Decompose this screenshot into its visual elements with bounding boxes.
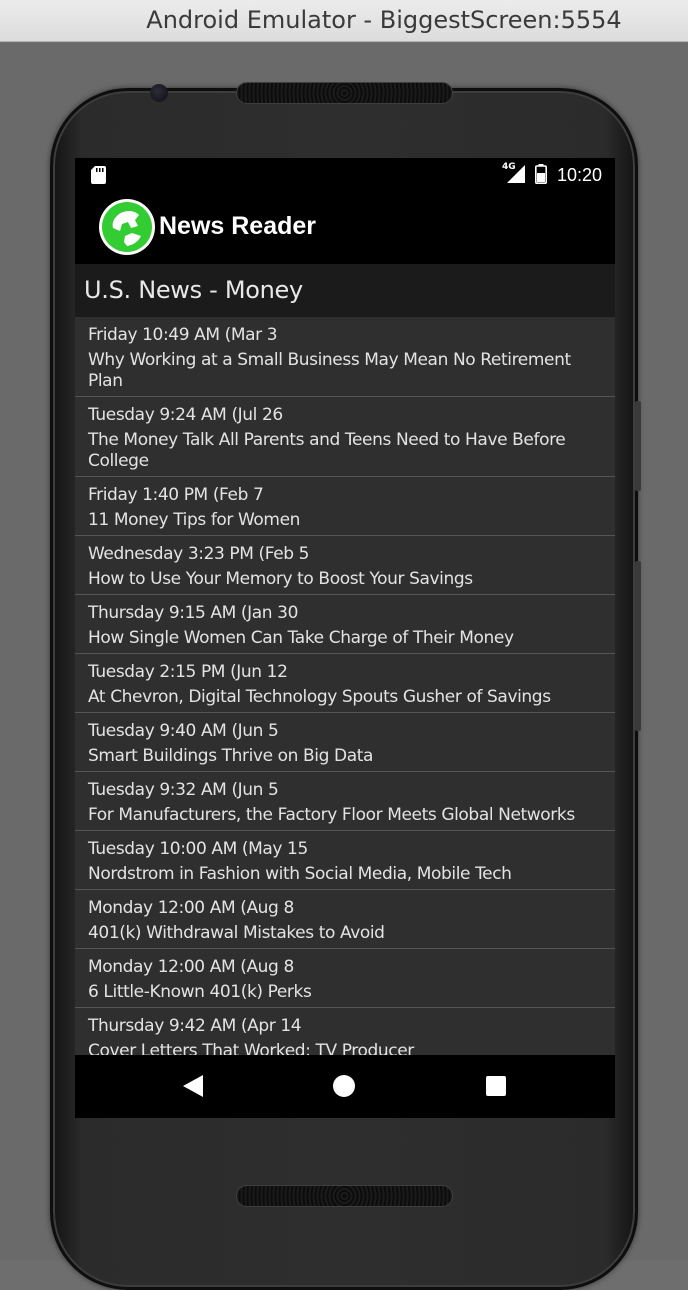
app-action-bar: News Reader (75, 192, 615, 264)
app-title: News Reader (159, 212, 317, 240)
news-headline: For Manufacturers, the Factory Floor Mee… (88, 805, 575, 825)
window-title: Android Emulator - BiggestScreen:5554 (146, 6, 622, 34)
news-headline: How to Use Your Memory to Boost Your Sav… (88, 569, 473, 589)
power-button[interactable] (635, 401, 641, 491)
news-item[interactable]: Friday 10:49 AM (Mar 3 Why Working at a S… (75, 317, 615, 397)
news-list[interactable]: Friday 10:49 AM (Mar 3 Why Working at a S… (75, 317, 615, 1055)
recents-square-icon[interactable] (486, 1076, 506, 1096)
signal-icon (507, 165, 525, 183)
emulator-titlebar[interactable]: Android Emulator - BiggestScreen:5554 (0, 0, 688, 42)
front-camera-icon (150, 84, 168, 102)
news-item[interactable]: Monday 12:00 AM (Aug 8 401(k) Withdrawal … (75, 890, 615, 949)
news-headline: Nordstrom in Fashion with Social Media, … (88, 864, 512, 884)
status-bar: 4G 10:20 (75, 158, 615, 192)
globe-icon[interactable] (98, 198, 156, 256)
news-headline: 11 Money Tips for Women (88, 510, 301, 530)
news-headline: Smart Buildings Thrive on Big Data (88, 746, 373, 766)
news-item[interactable]: Monday 12:00 AM (Aug 8 6 Little-Known 401… (75, 949, 615, 1008)
news-headline: The Money Talk All Parents and Teens Nee… (88, 430, 566, 471)
news-date: Thursday 9:42 AM (Apr 14 (88, 1016, 302, 1036)
news-item[interactable]: Tuesday 9:40 AM (Jun 5 Smart Buildings Th… (75, 713, 615, 772)
sd-card-icon (91, 166, 106, 184)
news-headline: 401(k) Withdrawal Mistakes to Avoid (88, 923, 385, 943)
news-item[interactable]: Friday 1:40 PM (Feb 7 11 Money Tips for W… (75, 477, 615, 536)
news-item[interactable]: Wednesday 3:23 PM (Feb 5 How to Use Your … (75, 536, 615, 595)
bottom-speaker-grille (236, 1185, 453, 1207)
news-headline: At Chevron, Digital Technology Spouts Gu… (88, 687, 551, 707)
home-circle-icon[interactable] (333, 1075, 355, 1097)
news-date: Monday 12:00 AM (Aug 8 (88, 898, 294, 918)
news-date: Tuesday 9:24 AM (Jul 26 (88, 405, 283, 425)
top-speaker-grille (236, 82, 453, 104)
news-headline: Why Working at a Small Business May Mean… (88, 350, 571, 391)
news-date: Monday 12:00 AM (Aug 8 (88, 957, 294, 977)
news-date: Tuesday 10:00 AM (May 15 (88, 839, 308, 859)
news-item[interactable]: Thursday 9:42 AM (Apr 14 Cover Letters Th… (75, 1008, 615, 1055)
status-clock: 10:20 (557, 165, 603, 185)
navigation-bar (75, 1055, 615, 1118)
section-title: U.S. News - Money (84, 276, 303, 304)
news-item[interactable]: Tuesday 10:00 AM (May 15 Nordstrom in Fas… (75, 831, 615, 890)
news-date: Friday 10:49 AM (Mar 3 (88, 325, 278, 345)
section-header: U.S. News - Money (75, 264, 615, 317)
news-item[interactable]: Thursday 9:15 AM (Jan 30 How Single Women… (75, 595, 615, 654)
news-date: Wednesday 3:23 PM (Feb 5 (88, 544, 310, 564)
news-item[interactable]: Tuesday 9:24 AM (Jul 26 The Money Talk Al… (75, 397, 615, 477)
battery-icon (535, 164, 547, 184)
back-triangle-icon[interactable] (183, 1075, 203, 1097)
news-date: Thursday 9:15 AM (Jan 30 (88, 603, 299, 623)
news-item[interactable]: Tuesday 2:15 PM (Jun 12 At Chevron, Digit… (75, 654, 615, 713)
news-date: Tuesday 2:15 PM (Jun 12 (88, 662, 288, 682)
news-date: Friday 1:40 PM (Feb 7 (88, 485, 264, 505)
news-date: Tuesday 9:40 AM (Jun 5 (88, 721, 279, 741)
news-date: Tuesday 9:32 AM (Jun 5 (88, 780, 279, 800)
news-headline: Cover Letters That Worked: TV Producer (88, 1041, 414, 1055)
news-headline: How Single Women Can Take Charge of Thei… (88, 628, 514, 648)
volume-button[interactable] (635, 561, 641, 731)
news-headline: 6 Little-Known 401(k) Perks (88, 982, 312, 1002)
news-item[interactable]: Tuesday 9:32 AM (Jun 5 For Manufacturers,… (75, 772, 615, 831)
phone-screen: 4G 10:20 News Reader U.S. News - Money F… (75, 158, 615, 1118)
